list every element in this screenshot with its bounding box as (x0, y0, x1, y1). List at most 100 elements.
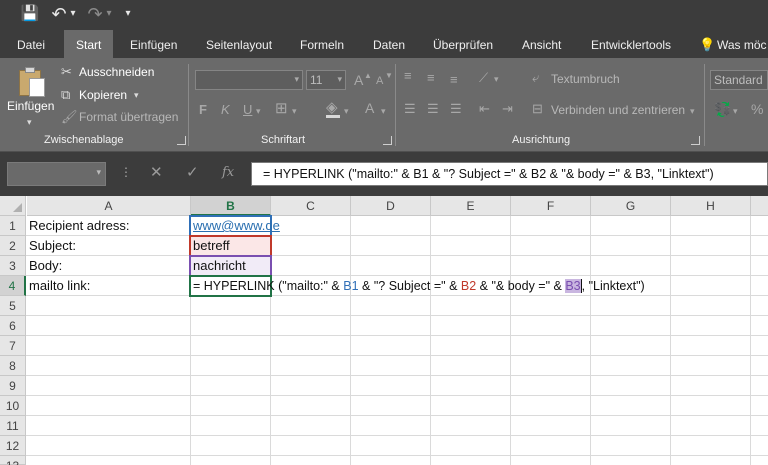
select-all-button[interactable] (0, 196, 26, 216)
font-name-select[interactable]: ▾ (195, 70, 303, 90)
enter-icon[interactable]: ✓ (186, 164, 199, 182)
wrap-text-button[interactable]: Textumbruch (551, 72, 620, 86)
align-middle-icon[interactable]: ≡ (427, 70, 435, 86)
alignment-launcher-icon[interactable] (691, 136, 700, 145)
paste-icon[interactable] (17, 66, 47, 98)
column-header[interactable]: C (271, 196, 351, 216)
row-header[interactable]: 5 (0, 296, 26, 316)
cell-a1[interactable]: Recipient adress: (26, 216, 129, 236)
name-box-dropdown-icon[interactable]: ▾ (96, 167, 101, 178)
tab-insert[interactable]: Einfügen (130, 30, 177, 58)
cell-b4-editing[interactable]: = HYPERLINK ("mailto:" & B1 & "? Subject… (190, 276, 645, 296)
formula-bar-splitter-icon[interactable]: ⋮ (120, 165, 132, 179)
fill-color-swatch (326, 115, 340, 118)
grow-font-icon[interactable]: A (354, 72, 363, 88)
borders-icon[interactable]: ⊞ (275, 101, 288, 117)
merge-dropdown-icon[interactable]: ▾ (690, 103, 695, 119)
name-box[interactable]: ▾ (7, 162, 106, 186)
undo-dropdown-icon[interactable]: ▾ (68, 4, 78, 24)
cancel-icon[interactable]: ✕ (150, 164, 163, 182)
cell-a4[interactable]: mailto link: (26, 276, 90, 296)
paste-button[interactable]: Einfügen (7, 99, 54, 113)
align-center-icon[interactable]: ☰ (427, 101, 439, 117)
font-name-dropdown-icon: ▾ (294, 74, 299, 84)
font-launcher-icon[interactable] (383, 136, 392, 145)
tab-home[interactable]: Start (64, 30, 114, 58)
bold-button[interactable]: F (199, 102, 207, 118)
paste-dropdown-icon[interactable]: ▾ (27, 114, 32, 130)
orientation-dropdown-icon[interactable]: ▾ (494, 71, 499, 87)
font-color-icon[interactable]: A (365, 100, 374, 116)
tab-view[interactable]: Ansicht (522, 30, 561, 58)
align-left-icon[interactable]: ☰ (404, 101, 416, 117)
row-header[interactable]: 12 (0, 436, 26, 456)
row-header[interactable]: 1 (0, 216, 26, 236)
align-right-icon[interactable]: ☰ (450, 101, 462, 117)
percent-format-button[interactable]: % (751, 101, 763, 117)
redo-dropdown-icon[interactable]: ▾ (104, 4, 114, 24)
tab-developer[interactable]: Entwicklertools (591, 30, 671, 58)
row-header[interactable]: 9 (0, 376, 26, 396)
redo-icon[interactable]: ↷ (86, 4, 104, 24)
orientation-icon[interactable]: ⟋ (479, 70, 488, 86)
copy-dropdown-icon[interactable]: ▾ (134, 87, 139, 103)
row-header[interactable]: 2 (0, 236, 26, 256)
tab-page-layout[interactable]: Seitenlayout (206, 30, 272, 58)
cut-button[interactable]: Ausschneiden (79, 65, 154, 79)
align-bottom-icon[interactable]: ≡ (450, 72, 458, 88)
reference-b1: B1 (343, 279, 359, 293)
cell-a2[interactable]: Subject: (26, 236, 76, 256)
font-size-select[interactable]: 11 ▾ (306, 70, 346, 90)
row-header[interactable]: 11 (0, 416, 26, 436)
email-hyperlink[interactable]: www@www.de (193, 218, 280, 233)
number-format-select[interactable]: Standard (710, 70, 768, 90)
column-header[interactable]: E (431, 196, 511, 216)
column-header[interactable]: G (591, 196, 671, 216)
format-painter-button[interactable]: Format übertragen (79, 110, 178, 124)
row-header[interactable]: 13 (0, 456, 26, 465)
decrease-indent-icon[interactable]: ⇤ (479, 101, 490, 117)
tell-me-search[interactable]: Was möc (717, 30, 767, 58)
merge-center-button[interactable]: Verbinden und zentrieren (551, 103, 685, 117)
currency-format-icon[interactable]: 💱 (714, 101, 731, 117)
column-header[interactable]: D (351, 196, 431, 216)
increase-indent-icon[interactable]: ⇥ (502, 101, 513, 117)
copy-button[interactable]: Kopieren (79, 88, 127, 102)
column-header[interactable] (751, 196, 768, 216)
cell-a3[interactable]: Body: (26, 256, 62, 276)
tab-formulas[interactable]: Formeln (300, 30, 344, 58)
clipboard-group-label: Zwischenablage (44, 134, 124, 146)
borders-dropdown-icon[interactable]: ▾ (292, 103, 297, 119)
undo-icon[interactable]: ↶ (50, 4, 68, 24)
clipboard-launcher-icon[interactable] (177, 136, 186, 145)
tab-review[interactable]: Überprüfen (433, 30, 493, 58)
currency-dropdown-icon[interactable]: ▾ (733, 103, 738, 119)
underline-dropdown-icon[interactable]: ▾ (256, 103, 261, 119)
tab-file[interactable]: Datei (17, 30, 45, 58)
row-header[interactable]: 3 (0, 256, 26, 276)
customize-toolbar-icon[interactable]: ▾ (122, 4, 134, 24)
font-color-dropdown-icon[interactable]: ▾ (381, 103, 386, 119)
cell-b2[interactable]: betreff (190, 236, 230, 256)
row-header-selected[interactable]: 4 (0, 276, 26, 296)
tab-data[interactable]: Daten (373, 30, 405, 58)
cell-b3[interactable]: nachricht (190, 256, 246, 276)
column-header[interactable]: H (671, 196, 751, 216)
insert-function-icon[interactable]: fx (222, 164, 234, 182)
formula-input[interactable]: = HYPERLINK ("mailto:" & B1 & "? Subject… (251, 162, 768, 186)
row-header[interactable]: 10 (0, 396, 26, 416)
row-header[interactable]: 8 (0, 356, 26, 376)
fill-color-dropdown-icon[interactable]: ▾ (344, 103, 349, 119)
align-top-icon[interactable]: ≡ (404, 68, 412, 84)
underline-button[interactable]: U (243, 102, 252, 118)
row-header[interactable]: 7 (0, 336, 26, 356)
italic-button[interactable]: K (221, 102, 230, 118)
column-header[interactable]: F (511, 196, 591, 216)
column-header-selected[interactable]: B (191, 196, 271, 216)
cell-b1[interactable]: www@www.de (190, 216, 280, 236)
column-header[interactable]: A (27, 196, 191, 216)
fill-color-icon[interactable]: ◈ (326, 100, 338, 116)
shrink-font-icon[interactable]: A (376, 73, 383, 89)
save-icon[interactable]: 💾 (20, 4, 40, 24)
row-header[interactable]: 6 (0, 316, 26, 336)
